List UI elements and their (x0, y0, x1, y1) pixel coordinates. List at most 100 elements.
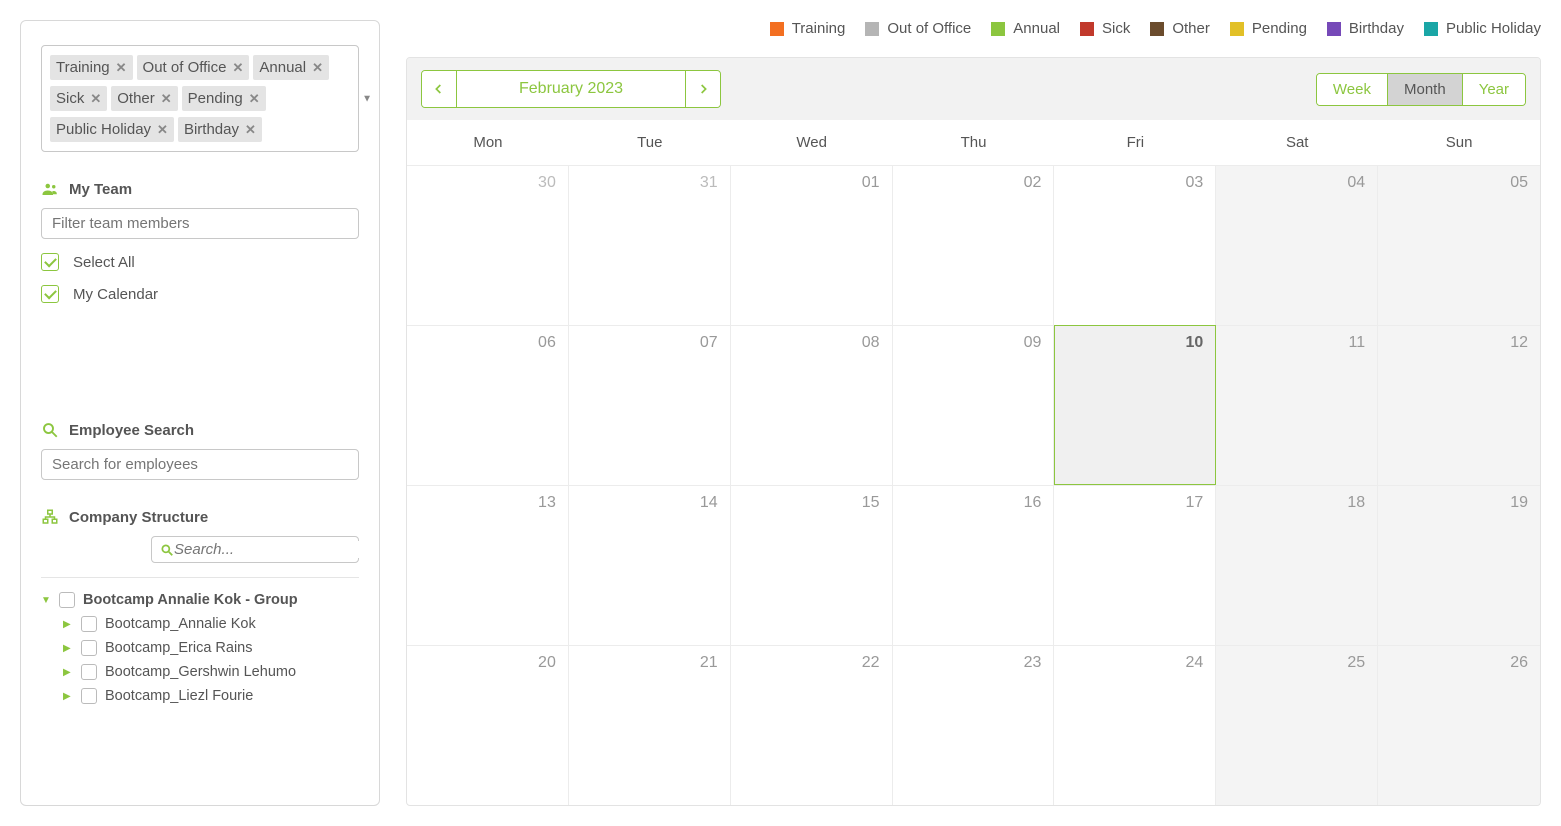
sidebar: ▼ Training✕Out of Office✕Annual✕Sick✕Oth… (20, 20, 380, 806)
calendar-cell[interactable]: 16 (893, 485, 1055, 645)
employee-search-header: Employee Search (41, 421, 359, 439)
tree-caret-icon[interactable]: ▶ (63, 619, 73, 630)
leave-type-multiselect[interactable]: ▼ Training✕Out of Office✕Annual✕Sick✕Oth… (41, 45, 359, 152)
company-structure-header: Company Structure (41, 508, 359, 526)
day-of-week: Sat (1216, 120, 1378, 165)
calendar-cell[interactable]: 22 (731, 645, 893, 805)
calendar-cell[interactable]: 02 (893, 165, 1055, 325)
tree-child-row[interactable]: ▶ Bootcamp_Liezl Fourie (41, 684, 359, 708)
legend-label: Annual (1013, 20, 1060, 37)
legend-swatch (991, 22, 1005, 36)
calendar-cell[interactable]: 18 (1216, 485, 1378, 645)
view-year-button[interactable]: Year (1463, 74, 1525, 105)
remove-tag-icon[interactable]: ✕ (90, 91, 101, 107)
tree-group-row[interactable]: ▼ Bootcamp Annalie Kok - Group (41, 588, 359, 612)
view-week-button[interactable]: Week (1317, 74, 1388, 105)
legend-item: Out of Office (865, 20, 971, 37)
filter-tag: Training✕ (50, 55, 133, 80)
day-of-week: Sun (1378, 120, 1540, 165)
calendar-cell[interactable]: 15 (731, 485, 893, 645)
tree-child-row[interactable]: ▶ Bootcamp_Gershwin Lehumo (41, 660, 359, 684)
calendar-cell[interactable]: 21 (569, 645, 731, 805)
dropdown-caret-icon[interactable]: ▼ (362, 93, 372, 104)
employee-search-input[interactable] (41, 449, 359, 480)
day-of-week: Fri (1054, 120, 1216, 165)
tree-caret-icon[interactable]: ▶ (63, 691, 73, 702)
remove-tag-icon[interactable]: ✕ (116, 60, 127, 76)
company-search-wrap[interactable] (151, 536, 359, 563)
remove-tag-icon[interactable]: ✕ (245, 122, 256, 138)
tree-child-label: Bootcamp_Liezl Fourie (105, 688, 253, 704)
legend-label: Sick (1102, 20, 1130, 37)
filter-tag: Sick✕ (50, 86, 107, 111)
legend-swatch (1327, 22, 1341, 36)
main: Training Out of Office Annual Sick Other Pend… (406, 20, 1541, 806)
tree-caret-icon[interactable]: ▼ (41, 595, 51, 606)
tree-child-label: Bootcamp_Gershwin Lehumo (105, 664, 296, 680)
calendar-cell[interactable]: 10 (1054, 325, 1216, 485)
select-all-label: Select All (73, 254, 135, 271)
remove-tag-icon[interactable]: ✕ (232, 60, 243, 76)
team-filter-input[interactable] (41, 208, 359, 239)
calendar-cell[interactable]: 20 (407, 645, 569, 805)
current-month-label[interactable]: February 2023 (456, 71, 686, 107)
calendar-cell[interactable]: 03 (1054, 165, 1216, 325)
tree-child-row[interactable]: ▶Bootcamp_Annalie Kok (41, 612, 359, 636)
view-month-button[interactable]: Month (1388, 74, 1463, 105)
tree-checkbox[interactable] (81, 640, 97, 656)
calendar-cell[interactable]: 24 (1054, 645, 1216, 805)
calendar: February 2023 Week Month Year MonTueWedT… (406, 57, 1541, 806)
calendar-cell[interactable]: 01 (731, 165, 893, 325)
legend-swatch (770, 22, 784, 36)
my-calendar-checkbox[interactable] (41, 285, 59, 303)
company-structure-label: Company Structure (69, 509, 208, 526)
remove-tag-icon[interactable]: ✕ (249, 91, 260, 107)
legend-swatch (1230, 22, 1244, 36)
calendar-cell[interactable]: 05 (1378, 165, 1540, 325)
legend-label: Pending (1252, 20, 1307, 37)
calendar-cell[interactable]: 12 (1378, 325, 1540, 485)
calendar-cell[interactable]: 13 (407, 485, 569, 645)
calendar-header: February 2023 Week Month Year (407, 58, 1540, 120)
filter-tag: Out of Office✕ (137, 55, 250, 80)
my-calendar-label: My Calendar (73, 286, 158, 303)
legend-item: Training (770, 20, 846, 37)
tree-checkbox[interactable] (81, 616, 97, 632)
legend-swatch (1424, 22, 1438, 36)
calendar-cell[interactable]: 04 (1216, 165, 1378, 325)
tree-caret-icon[interactable]: ▶ (63, 667, 73, 678)
legend-label: Other (1172, 20, 1210, 37)
calendar-cell[interactable]: 19 (1378, 485, 1540, 645)
my-calendar-row[interactable]: My Calendar (41, 285, 359, 303)
remove-tag-icon[interactable]: ✕ (157, 122, 168, 138)
calendar-cell[interactable]: 31 (569, 165, 731, 325)
remove-tag-icon[interactable]: ✕ (312, 60, 323, 76)
remove-tag-icon[interactable]: ✕ (161, 91, 172, 107)
calendar-cell[interactable]: 09 (893, 325, 1055, 485)
calendar-cell[interactable]: 07 (569, 325, 731, 485)
prev-month-button[interactable] (422, 71, 456, 107)
tree-checkbox[interactable] (59, 592, 75, 608)
company-search-input[interactable] (174, 541, 375, 558)
tree-checkbox[interactable] (81, 664, 97, 680)
day-of-week-row: MonTueWedThuFriSatSun (407, 120, 1540, 165)
calendar-cell[interactable]: 11 (1216, 325, 1378, 485)
calendar-cell[interactable]: 06 (407, 325, 569, 485)
calendar-cell[interactable]: 08 (731, 325, 893, 485)
calendar-cell[interactable]: 17 (1054, 485, 1216, 645)
legend-swatch (1150, 22, 1164, 36)
tree-child-row[interactable]: ▶Bootcamp_Erica Rains (41, 636, 359, 660)
calendar-cell[interactable]: 25 (1216, 645, 1378, 805)
calendar-cell[interactable]: 30 (407, 165, 569, 325)
tree-caret-icon[interactable]: ▶ (63, 643, 73, 654)
filter-tag: Birthday✕ (178, 117, 262, 142)
tree-checkbox[interactable] (81, 688, 97, 704)
calendar-cell[interactable]: 14 (569, 485, 731, 645)
calendar-cell[interactable]: 23 (893, 645, 1055, 805)
select-all-row[interactable]: Select All (41, 253, 359, 271)
filter-tag: Other✕ (111, 86, 177, 111)
calendar-cell[interactable]: 26 (1378, 645, 1540, 805)
company-tree: ▼ Bootcamp Annalie Kok - Group ▶Bootcamp… (41, 577, 359, 708)
next-month-button[interactable] (686, 71, 720, 107)
select-all-checkbox[interactable] (41, 253, 59, 271)
